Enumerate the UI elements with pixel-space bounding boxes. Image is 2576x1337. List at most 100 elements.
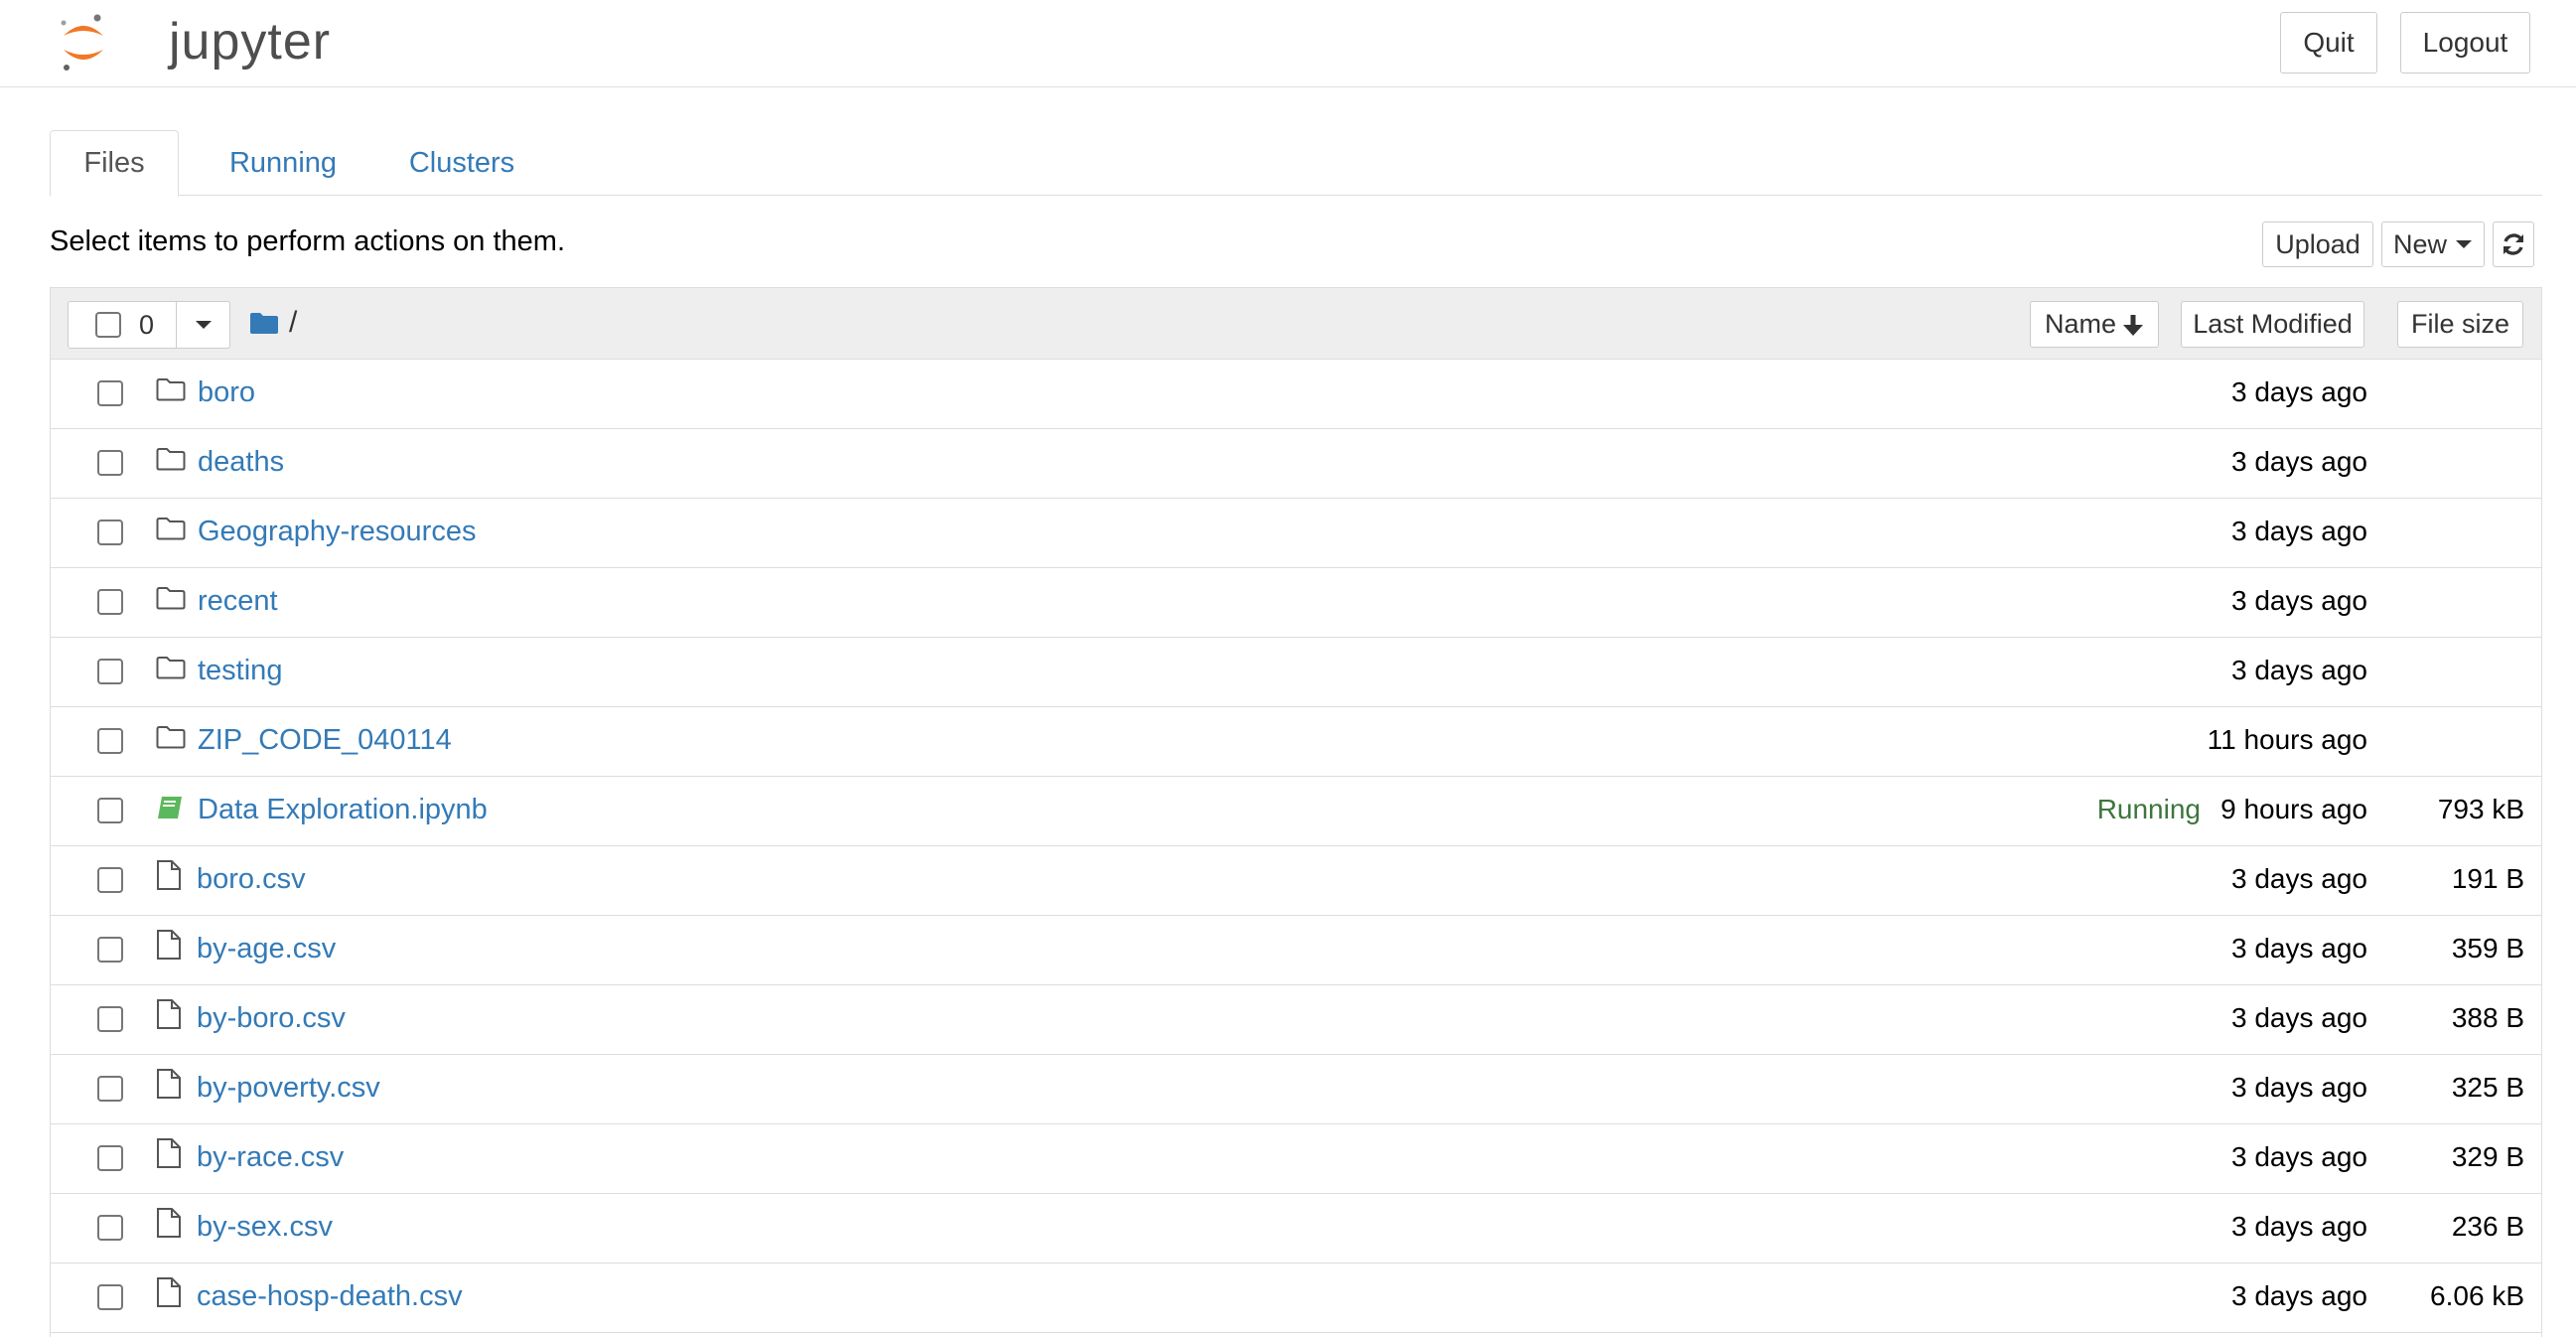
sort-by-modified-button[interactable]: Last Modified xyxy=(2181,301,2364,348)
item-name-link[interactable]: case-hosp-death.csv xyxy=(197,1280,463,1313)
file-row[interactable]: by-boro.csv 3 days ago 388 B xyxy=(51,985,2541,1055)
file-row[interactable]: Data Exploration.ipynb Running 9 hours a… xyxy=(51,777,2541,846)
file-size: 359 B xyxy=(2451,933,2524,964)
file-size: 191 B xyxy=(2451,863,2524,894)
item-name-link[interactable]: by-race.csv xyxy=(197,1141,344,1174)
selected-count: 0 xyxy=(139,310,155,340)
notebook-icon xyxy=(156,795,184,825)
file-size: 325 B xyxy=(2451,1072,2524,1103)
row-checkbox[interactable] xyxy=(97,1145,123,1171)
row-checkbox[interactable] xyxy=(97,937,123,963)
arrow-down-icon xyxy=(2123,314,2144,336)
file-row[interactable]: by-race.csv 3 days ago 329 B xyxy=(51,1124,2541,1194)
new-button-label: New xyxy=(2392,228,2447,259)
item-name-link[interactable]: testing xyxy=(198,655,282,687)
file-size: 388 B xyxy=(2451,1002,2524,1033)
file-icon xyxy=(156,1137,182,1174)
selection-menu-button[interactable] xyxy=(176,302,230,348)
breadcrumb-root[interactable]: / xyxy=(289,306,297,340)
file-row[interactable]: by-age.csv 3 days ago 359 B xyxy=(51,916,2541,985)
row-checkbox[interactable] xyxy=(97,1284,123,1310)
last-modified: 3 days ago xyxy=(2231,1002,2367,1033)
last-modified: 3 days ago xyxy=(2231,933,2367,964)
file-row[interactable]: by-sex.csv 3 days ago 236 B xyxy=(51,1194,2541,1263)
row-checkbox[interactable] xyxy=(97,520,123,545)
file-icon xyxy=(156,998,182,1035)
row-checkbox[interactable] xyxy=(97,589,123,615)
file-icon xyxy=(156,1207,182,1244)
file-row[interactable]: boro.csv 3 days ago 191 B xyxy=(51,846,2541,916)
item-name-link[interactable]: ZIP_CODE_040114 xyxy=(198,724,452,757)
jupyter-logo-icon xyxy=(61,14,103,71)
file-row[interactable]: ZIP_CODE_040114 11 hours ago xyxy=(51,707,2541,777)
last-modified: 9 hours ago xyxy=(2220,794,2367,824)
last-modified: 3 days ago xyxy=(2231,446,2367,477)
row-checkbox[interactable] xyxy=(97,1076,123,1102)
last-modified: 3 days ago xyxy=(2231,585,2367,616)
logout-button[interactable]: Logout xyxy=(2400,12,2530,74)
select-all-toggle[interactable]: 0 xyxy=(69,302,176,348)
select-all-checkbox[interactable] xyxy=(95,312,121,338)
folder-icon xyxy=(156,447,186,476)
file-row[interactable]: recent 3 days ago xyxy=(51,568,2541,638)
caret-down-icon xyxy=(196,321,212,329)
logo-wordmark: jupyter xyxy=(169,13,332,71)
folder-solid-icon[interactable] xyxy=(249,311,279,335)
row-checkbox[interactable] xyxy=(97,659,123,684)
last-modified: 3 days ago xyxy=(2231,1280,2367,1311)
top-header: jupyter Quit Logout xyxy=(0,0,2576,87)
sort-name-label: Name xyxy=(2044,309,2117,339)
upload-button[interactable]: Upload xyxy=(2262,222,2373,267)
file-row[interactable]: case-hosp-death.csv 3 days ago 6.06 kB xyxy=(51,1263,2541,1333)
file-row[interactable]: boro 3 days ago xyxy=(51,360,2541,429)
file-list-header: 0 / Name Last Modified File size xyxy=(51,288,2541,360)
sort-by-size-button[interactable]: File size xyxy=(2397,301,2523,348)
file-icon xyxy=(156,859,182,896)
item-name-link[interactable]: by-boro.csv xyxy=(197,1002,346,1035)
breadcrumb: / xyxy=(249,306,297,340)
tab-bar: Files Running Clusters xyxy=(50,130,2542,197)
row-checkbox[interactable] xyxy=(97,798,123,823)
row-checkbox[interactable] xyxy=(97,728,123,754)
tab-running[interactable]: Running xyxy=(204,130,362,196)
folder-icon xyxy=(156,517,186,545)
file-size: 6.06 kB xyxy=(2430,1280,2524,1311)
item-name-link[interactable]: deaths xyxy=(198,446,284,479)
folder-icon xyxy=(156,377,186,406)
jupyter-logo[interactable]: jupyter xyxy=(58,10,330,75)
item-name-link[interactable]: by-age.csv xyxy=(197,933,336,966)
file-row[interactable]: deaths 3 days ago xyxy=(51,429,2541,499)
last-modified: 3 days ago xyxy=(2231,516,2367,546)
item-name-link[interactable]: Data Exploration.ipynb xyxy=(198,794,488,826)
row-checkbox[interactable] xyxy=(97,1215,123,1241)
file-row[interactable]: by-poverty.csv 3 days ago 325 B xyxy=(51,1055,2541,1124)
tab-clusters[interactable]: Clusters xyxy=(377,130,546,196)
tab-files[interactable]: Files xyxy=(50,130,179,197)
item-name-link[interactable]: boro.csv xyxy=(197,863,306,896)
item-name-link[interactable]: Geography-resources xyxy=(198,516,476,548)
running-status: Running xyxy=(2096,794,2201,824)
sort-by-name-button[interactable]: Name xyxy=(2030,301,2159,348)
folder-icon xyxy=(156,586,186,615)
selection-hint: Select items to perform actions on them. xyxy=(50,225,565,257)
file-row[interactable]: testing 3 days ago xyxy=(51,638,2541,707)
row-checkbox[interactable] xyxy=(97,867,123,893)
file-row[interactable]: Geography-resources 3 days ago xyxy=(51,499,2541,568)
item-name-link[interactable]: by-sex.csv xyxy=(197,1211,333,1244)
file-icon xyxy=(156,1276,182,1313)
file-size: 793 kB xyxy=(2437,794,2524,824)
item-name-link[interactable]: recent xyxy=(198,585,278,618)
last-modified: 3 days ago xyxy=(2231,376,2367,407)
file-list: 0 / Name Last Modified File size boro 3 … xyxy=(50,287,2542,1337)
quit-button[interactable]: Quit xyxy=(2280,12,2377,74)
last-modified: 3 days ago xyxy=(2231,1072,2367,1103)
row-checkbox[interactable] xyxy=(97,1006,123,1032)
last-modified: 3 days ago xyxy=(2231,863,2367,894)
refresh-button[interactable] xyxy=(2493,222,2534,267)
item-name-link[interactable]: boro xyxy=(198,376,255,409)
row-checkbox[interactable] xyxy=(97,380,123,406)
file-icon xyxy=(156,1068,182,1105)
new-dropdown-button[interactable]: New xyxy=(2381,222,2485,267)
row-checkbox[interactable] xyxy=(97,450,123,476)
item-name-link[interactable]: by-poverty.csv xyxy=(197,1072,380,1105)
